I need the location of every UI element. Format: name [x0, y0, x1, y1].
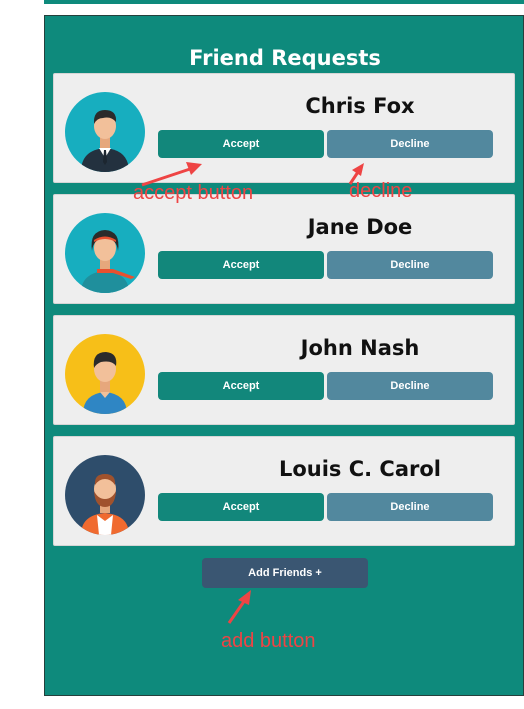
accept-button[interactable]: Accept [158, 130, 324, 158]
annotation-label: decline [349, 180, 413, 202]
friend-name: Louis C. Carol [278, 457, 442, 481]
woman-avatar-icon [65, 213, 145, 293]
request-card: Louis C. Carol Accept Decline [53, 436, 515, 546]
friend-requests-panel: Friend Requests Chris Fox Accept Decline [44, 15, 524, 696]
panel-title: Friend Requests [189, 46, 381, 70]
top-accent-bar [44, 0, 524, 4]
add-friends-button[interactable]: Add Friends + [202, 558, 368, 588]
decline-button[interactable]: Decline [327, 372, 493, 400]
accept-button[interactable]: Accept [158, 493, 324, 521]
accept-button[interactable]: Accept [158, 251, 324, 279]
decline-button[interactable]: Decline [327, 130, 493, 158]
annotation-label: accept button [133, 182, 254, 204]
request-card: John Nash Accept Decline [53, 315, 515, 425]
decline-button[interactable]: Decline [327, 493, 493, 521]
decline-button[interactable]: Decline [327, 251, 493, 279]
man-suit-avatar-icon [65, 92, 145, 172]
request-card: Chris Fox Accept Decline [53, 73, 515, 183]
bearded-man-avatar-icon [65, 455, 145, 535]
request-card: Jane Doe Accept Decline [53, 194, 515, 304]
friend-name: John Nash [300, 336, 420, 360]
man-casual-avatar-icon [65, 334, 145, 414]
annotation-label: add button [221, 630, 316, 652]
friend-name: Jane Doe [307, 215, 413, 239]
friend-name: Chris Fox [305, 94, 415, 118]
accept-button[interactable]: Accept [158, 372, 324, 400]
